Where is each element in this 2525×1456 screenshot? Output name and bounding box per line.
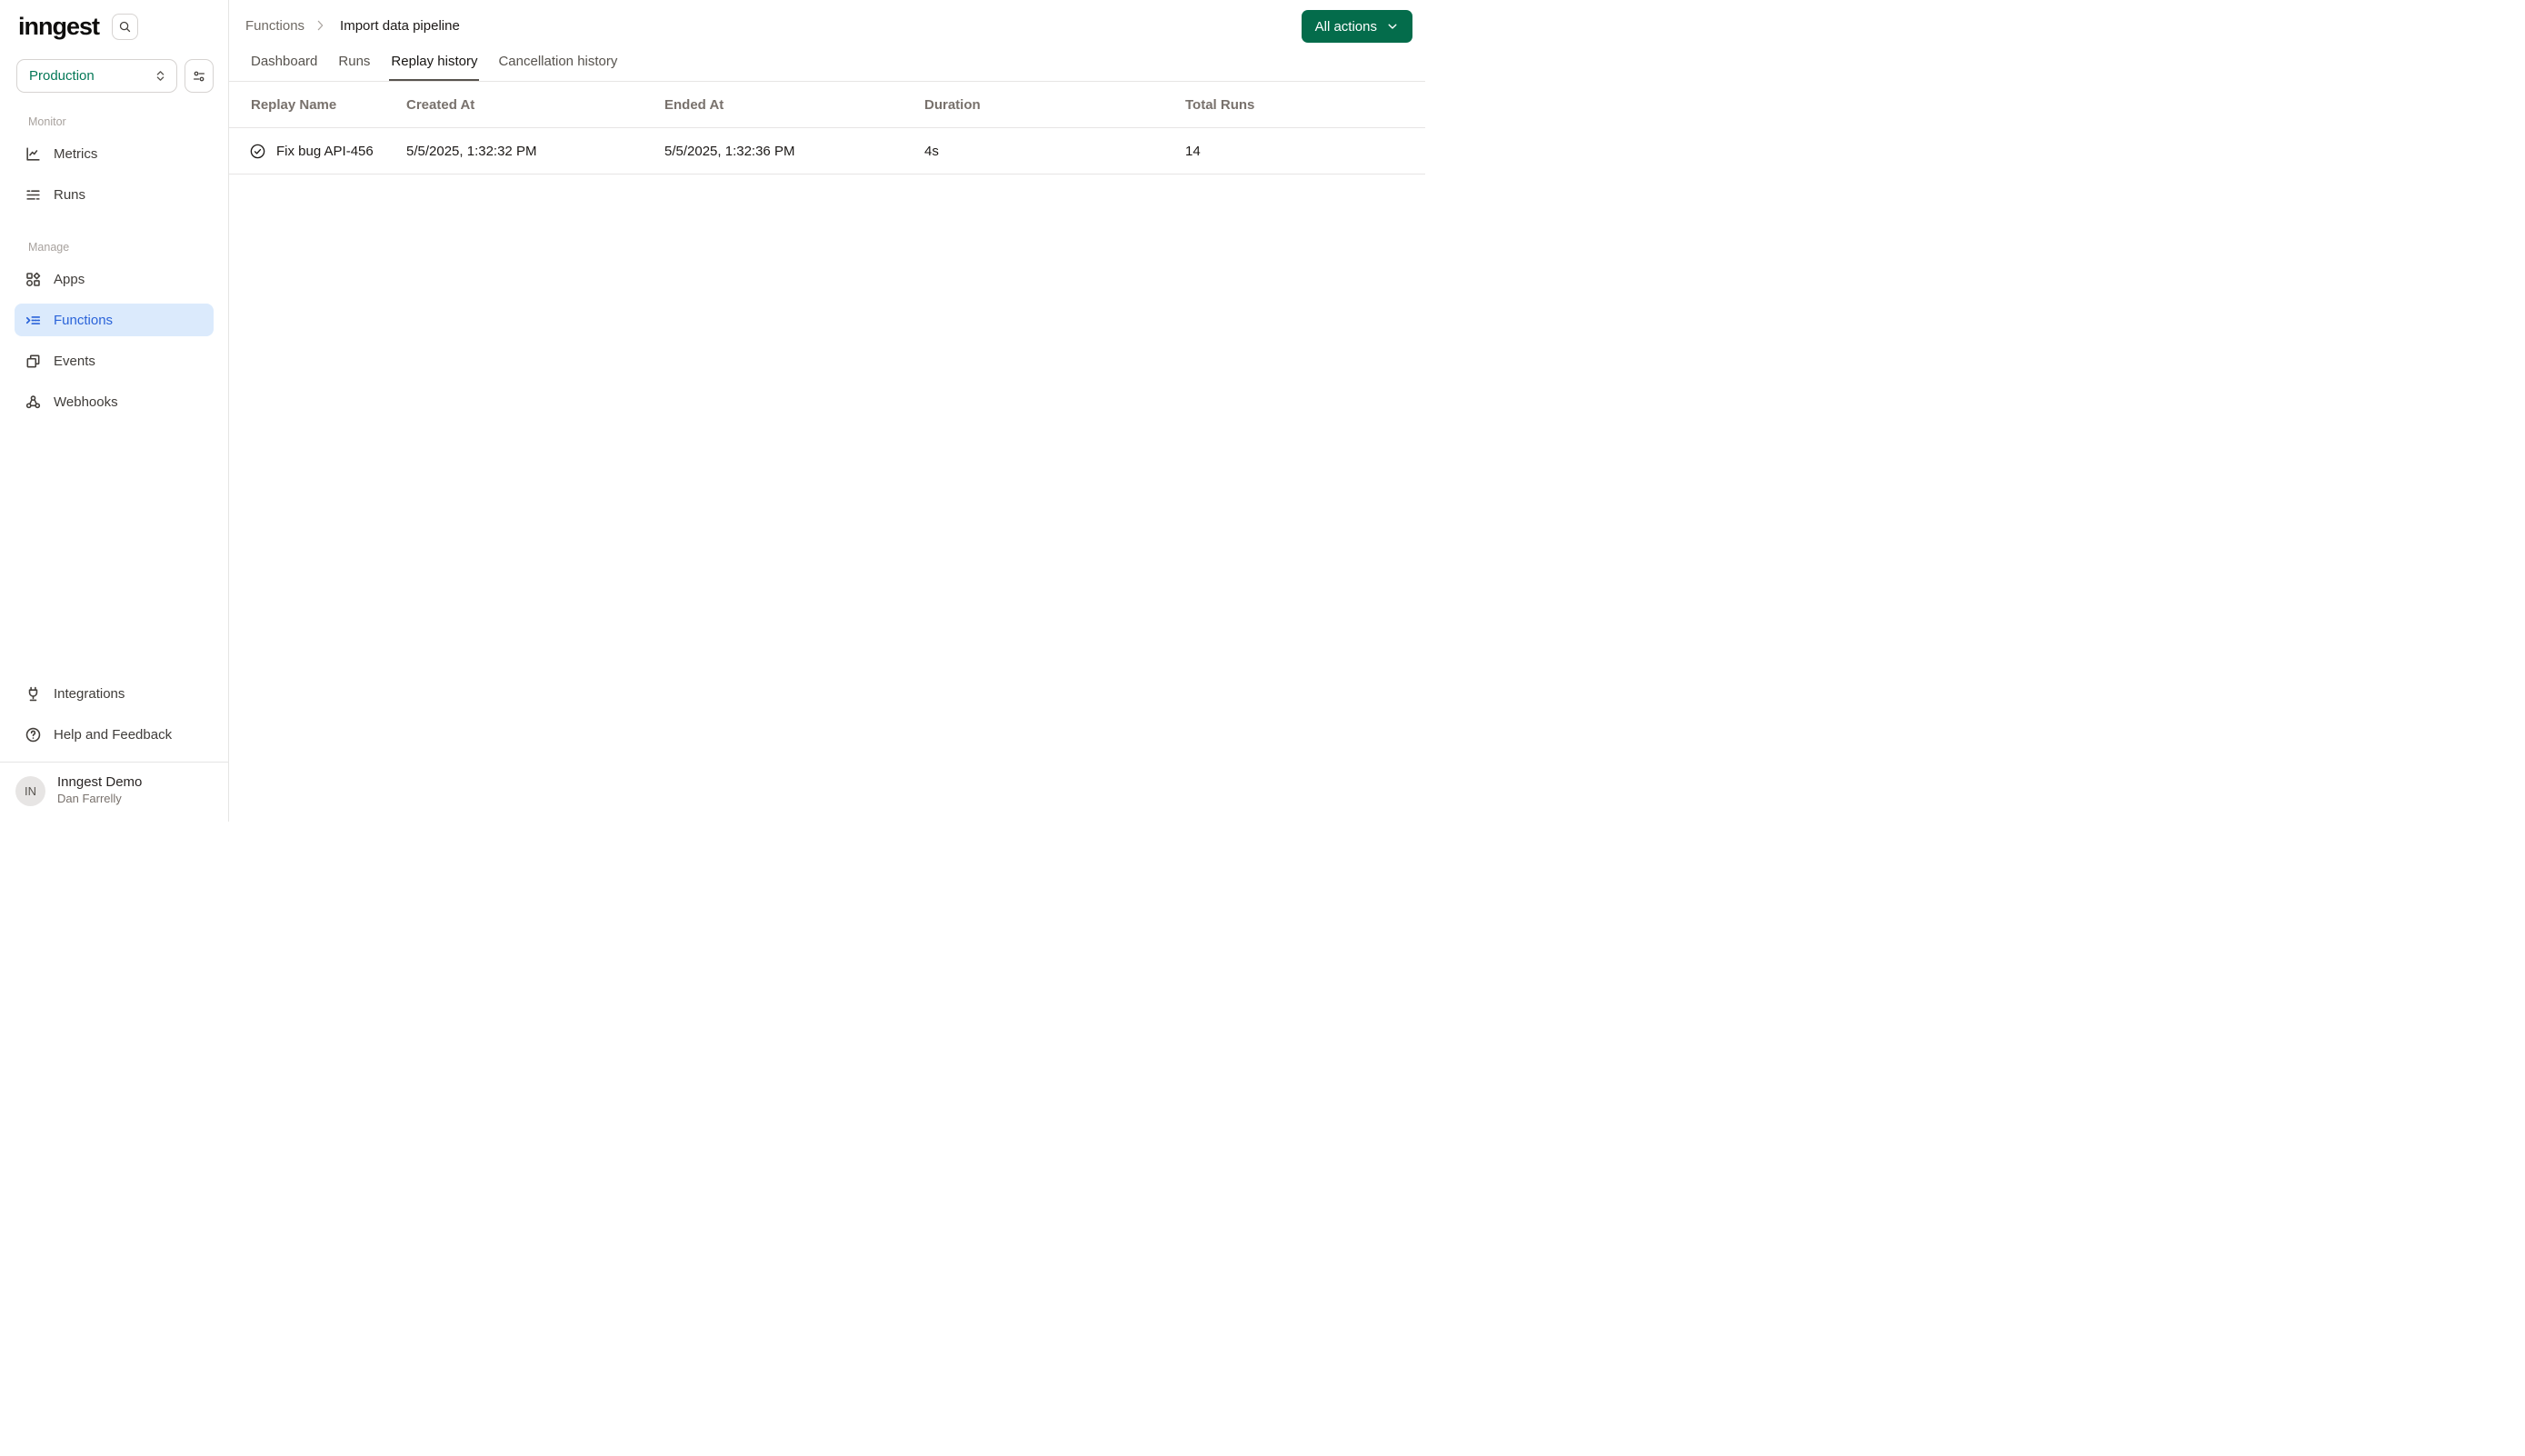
sidebar-item-label: Runs [54, 186, 86, 203]
sidebar: inngest Production Monitor Metrics Runs … [0, 0, 229, 822]
app-window: inngest Production Monitor Metrics Runs … [0, 0, 1425, 822]
table-row[interactable]: Fix bug API-456 5/5/2025, 1:32:32 PM 5/5… [229, 128, 1425, 175]
inngest-logo[interactable]: inngest [18, 15, 100, 39]
sidebar-section-monitor: Monitor Metrics Runs [0, 115, 228, 219]
avatar: IN [15, 775, 45, 806]
all-actions-button[interactable]: All actions [1301, 10, 1412, 43]
sidebar-item-metrics[interactable]: Metrics [15, 137, 214, 170]
sidebar-item-functions[interactable]: Functions [15, 304, 214, 336]
column-header-created-at: Created At [406, 96, 475, 113]
tab-cancellation-history[interactable]: Cancellation history [498, 51, 617, 81]
duration-cell: 4s [924, 143, 939, 159]
environment-value: Production [29, 68, 95, 84]
column-header-total-runs: Total Runs [1185, 96, 1255, 113]
chart-line-icon [25, 145, 42, 163]
sidebar-item-runs[interactable]: Runs [15, 178, 214, 211]
column-header-replay-name: Replay Name [251, 96, 337, 113]
sidebar-item-apps[interactable]: Apps [15, 263, 214, 295]
sidebar-item-label: Functions [54, 312, 114, 328]
sidebar-item-label: Events [54, 353, 95, 369]
tab-runs[interactable]: Runs [338, 51, 370, 81]
sidebar-footer: Integrations Help and Feedback [0, 677, 228, 751]
ended-at-cell: 5/5/2025, 1:32:36 PM [664, 143, 795, 159]
all-actions-label: All actions [1314, 18, 1377, 35]
main-content: Functions Import data pipeline All actio… [229, 0, 1425, 822]
search-button[interactable] [112, 14, 139, 40]
copy-squares-icon [25, 353, 42, 370]
sidebar-item-label: Integrations [54, 685, 125, 702]
sidebar-section-manage: Manage Apps Functions Events Webhooks [0, 241, 228, 426]
chevron-right-icon [313, 18, 327, 33]
sidebar-item-label: Metrics [54, 145, 98, 162]
tab-bar: Dashboard Runs Replay history Cancellati… [229, 51, 1425, 82]
sidebar-item-events[interactable]: Events [15, 344, 214, 377]
chevron-up-down-icon [154, 69, 167, 83]
check-circle-icon [249, 143, 266, 160]
column-header-duration: Duration [924, 96, 981, 113]
topbar: Functions Import data pipeline All actio… [229, 0, 1425, 51]
column-header-ended-at: Ended At [664, 96, 724, 113]
user-org: Inngest Demo [57, 774, 143, 791]
breadcrumb-current: Import data pipeline [340, 17, 460, 34]
webhook-icon [25, 394, 42, 411]
search-icon [118, 20, 132, 34]
tab-dashboard[interactable]: Dashboard [251, 51, 317, 81]
function-list-icon [25, 312, 42, 329]
plug-icon [25, 685, 42, 703]
environment-select[interactable]: Production [16, 59, 177, 93]
user-menu[interactable]: IN Inngest Demo Dan Farrelly [0, 763, 228, 822]
sidebar-item-integrations[interactable]: Integrations [15, 677, 214, 710]
shapes-grid-icon [25, 271, 42, 288]
list-lines-icon [25, 186, 42, 204]
help-circle-icon [25, 726, 42, 743]
empty-area [229, 175, 1425, 822]
sidebar-item-label: Apps [54, 271, 85, 287]
breadcrumb: Functions Import data pipeline [245, 18, 460, 34]
breadcrumb-functions-link[interactable]: Functions [245, 18, 304, 34]
replay-name: Fix bug API-456 [276, 143, 374, 159]
user-name: Dan Farrelly [57, 792, 122, 806]
table-header-row: Replay Name Created At Ended At Duration… [229, 82, 1425, 128]
environment-filter-button[interactable] [185, 59, 214, 93]
total-runs-cell: 14 [1185, 143, 1201, 159]
sliders-icon [192, 69, 206, 84]
created-at-cell: 5/5/2025, 1:32:32 PM [406, 143, 537, 159]
section-label-monitor: Monitor [28, 115, 66, 128]
sidebar-item-label: Webhooks [54, 394, 118, 410]
section-label-manage: Manage [28, 241, 70, 254]
tab-replay-history[interactable]: Replay history [389, 51, 480, 81]
sidebar-item-webhooks[interactable]: Webhooks [15, 385, 214, 418]
sidebar-item-help[interactable]: Help and Feedback [15, 718, 214, 751]
chevron-down-icon [1386, 20, 1399, 33]
sidebar-item-label: Help and Feedback [54, 726, 173, 743]
